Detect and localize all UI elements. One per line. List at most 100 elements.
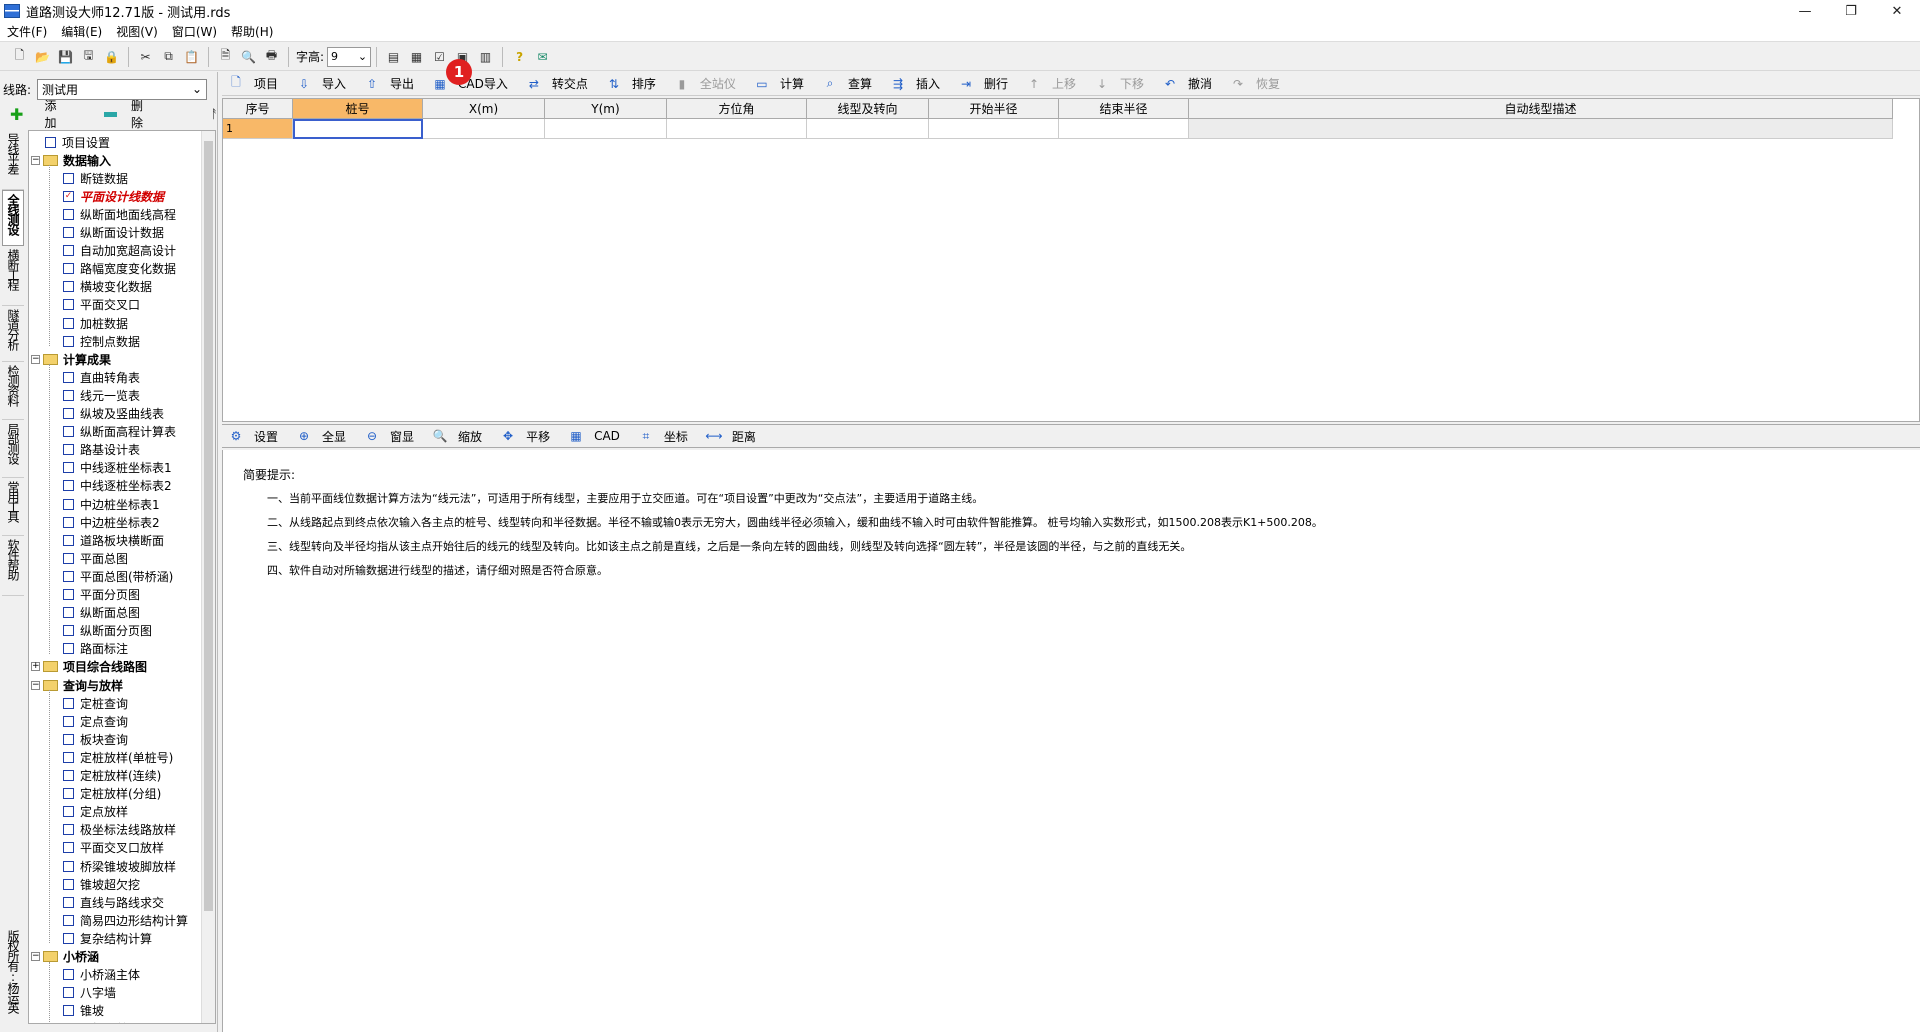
checkbox-icon[interactable] <box>63 860 74 872</box>
add-icon[interactable]: ✚ <box>10 105 25 124</box>
pin-icon[interactable]: ᚨ <box>211 107 218 121</box>
tab-cross-section[interactable]: 横断工程 <box>2 246 24 306</box>
tree-item[interactable]: 路面标注 <box>63 640 128 658</box>
copy-icon[interactable]: ⧉ <box>157 46 180 68</box>
tree-item[interactable]: 锥坡超欠挖 <box>63 875 140 893</box>
tab-tunnel-analysis[interactable]: 隧道分析 <box>2 306 24 362</box>
collapse-icon[interactable]: − <box>31 952 40 961</box>
tool-delete-row-button[interactable]: ⇥ 删行 <box>952 73 1008 95</box>
tree-item[interactable]: 小桥涵总图 <box>63 1020 140 1024</box>
email-icon[interactable]: ✉ <box>531 46 554 68</box>
checkbox-icon[interactable] <box>63 824 74 836</box>
help-icon[interactable]: ? <box>508 46 531 68</box>
checkbox-icon[interactable] <box>63 299 74 311</box>
grid-cell[interactable] <box>1189 119 1893 139</box>
checkbox-icon[interactable] <box>63 770 74 781</box>
tree-item[interactable]: 平面总图(带桥涵) <box>63 567 173 585</box>
checkbox-icon[interactable] <box>63 227 74 238</box>
tree-item[interactable]: 平面交叉口放样 <box>63 839 164 857</box>
checkbox-icon[interactable] <box>63 426 74 438</box>
delete-icon[interactable] <box>104 111 118 117</box>
checkbox-icon[interactable] <box>63 534 74 546</box>
tree-item[interactable]: 中线逐桩坐标表2 <box>63 477 172 495</box>
checkbox-icon[interactable]: ✓ <box>63 190 74 202</box>
column-header[interactable]: X(m) <box>423 99 545 119</box>
tree-item-project-settings[interactable]: 项目设置 <box>45 133 110 151</box>
graph-coordinate-button[interactable]: ⌗ 坐标 <box>632 425 688 447</box>
checkbox-icon[interactable] <box>63 263 74 275</box>
checkbox-icon[interactable] <box>63 1005 74 1017</box>
collapse-icon[interactable]: − <box>31 155 40 165</box>
graph-zoom-extents-button[interactable]: ⊕ 全显 <box>290 425 346 447</box>
checkbox-icon[interactable] <box>63 317 74 329</box>
tool-export-button[interactable]: ⇧ 导出 <box>358 73 414 95</box>
tree-item[interactable]: 中边桩坐标表1 <box>63 495 160 513</box>
checkbox-icon[interactable] <box>63 498 74 510</box>
tree-item[interactable]: 定桩放样(连续) <box>63 767 161 785</box>
checkbox-icon[interactable] <box>63 806 74 818</box>
column-header[interactable]: 自动线型描述 <box>1189 99 1893 119</box>
checkbox-icon[interactable] <box>45 136 56 148</box>
checkbox-icon[interactable] <box>63 643 74 655</box>
grid-cell[interactable] <box>807 119 929 139</box>
checkbox-icon[interactable] <box>63 281 74 293</box>
collapse-icon[interactable]: − <box>31 354 40 364</box>
tree-scroll-thumb[interactable] <box>204 141 213 911</box>
save-as-icon[interactable]: 🖫 <box>77 46 100 68</box>
tree-item[interactable]: 中边桩坐标表2 <box>63 513 160 531</box>
checkbox-icon[interactable] <box>63 480 74 492</box>
new-file-icon[interactable]: 🗋 <box>8 46 31 68</box>
tree-item[interactable]: 纵断面地面线高程 <box>63 205 176 223</box>
checkbox-icon[interactable] <box>63 172 74 184</box>
tree-item[interactable]: 桥梁锥坡坡脚放样 <box>63 857 176 875</box>
tree-item[interactable]: 中线逐桩坐标表1 <box>63 459 172 477</box>
graph-zoom-button[interactable]: 🔍 缩放 <box>426 425 483 447</box>
tool-total-station-button[interactable]: ▮ 全站仪 <box>668 73 736 95</box>
checkbox-icon[interactable] <box>63 932 74 944</box>
print-icon[interactable]: 🖶 <box>260 46 283 68</box>
graph-settings-button[interactable]: ⚙ 设置 <box>222 425 278 447</box>
layout-left-icon[interactable]: ▤ <box>382 46 405 68</box>
close-button[interactable]: ✕ <box>1874 0 1920 22</box>
tab-software-help[interactable]: 软件帮助 <box>2 536 24 596</box>
graph-cad-button[interactable]: ▦ CAD <box>562 425 620 447</box>
tree-group-1[interactable]: − 计算成果 <box>31 350 111 368</box>
add-route-button[interactable]: 添加 <box>45 97 67 131</box>
tab-local-survey[interactable]: 局部测设 <box>2 420 24 478</box>
tab-full-line-survey[interactable]: 全线测设 <box>2 190 24 246</box>
tree-scrollbar[interactable] <box>201 131 215 1023</box>
tree-item[interactable]: 平面交叉口 <box>63 296 140 314</box>
row-number[interactable]: 1 <box>223 119 293 139</box>
menu-edit[interactable]: 编辑(E) <box>54 23 109 40</box>
column-header[interactable]: 开始半径 <box>929 99 1059 119</box>
grid-cell[interactable] <box>293 119 423 139</box>
menu-help[interactable]: 帮助(H) <box>224 23 280 40</box>
checkbox-icon[interactable] <box>63 969 74 981</box>
graph-distance-button[interactable]: ⟷ 距离 <box>700 425 756 447</box>
checkbox-icon[interactable] <box>63 208 74 220</box>
tree-item[interactable]: 定桩放样(分组) <box>63 785 161 803</box>
tool-sort-button[interactable]: ⇅ 排序 <box>600 73 656 95</box>
tool-convert-button[interactable]: ⇄ 转交点 <box>520 73 588 95</box>
checkbox-icon[interactable] <box>63 788 74 800</box>
column-header[interactable]: Y(m) <box>545 99 667 119</box>
tree-group-2[interactable]: + 项目综合线路图 <box>31 658 147 676</box>
tree-item[interactable]: 定桩查询 <box>63 694 128 712</box>
lock-icon[interactable]: 🔒 <box>100 46 123 68</box>
tree-item[interactable]: 路幅宽度变化数据 <box>63 260 176 278</box>
tool-redo-button[interactable]: ↷ 恢复 <box>1224 73 1280 95</box>
graph-pan-button[interactable]: ✥ 平移 <box>494 425 550 447</box>
checkbox-icon[interactable] <box>63 697 74 709</box>
checkbox-icon[interactable] <box>63 896 74 908</box>
layout-grid-icon[interactable]: ▦ <box>405 46 428 68</box>
checkbox-icon[interactable] <box>63 914 74 926</box>
tool-project-button[interactable]: 🗋 项目 <box>222 73 278 95</box>
tree-group-0[interactable]: − 数据输入 <box>31 151 111 169</box>
grid-cell[interactable] <box>667 119 807 139</box>
checkbox-icon[interactable] <box>63 462 74 474</box>
checkbox-icon[interactable] <box>63 1023 74 1024</box>
checkbox-icon[interactable] <box>63 335 74 347</box>
column-header[interactable]: 结束半径 <box>1059 99 1189 119</box>
checkbox-icon[interactable] <box>63 625 74 637</box>
export-pdf-icon[interactable]: 🗎 <box>214 46 237 68</box>
